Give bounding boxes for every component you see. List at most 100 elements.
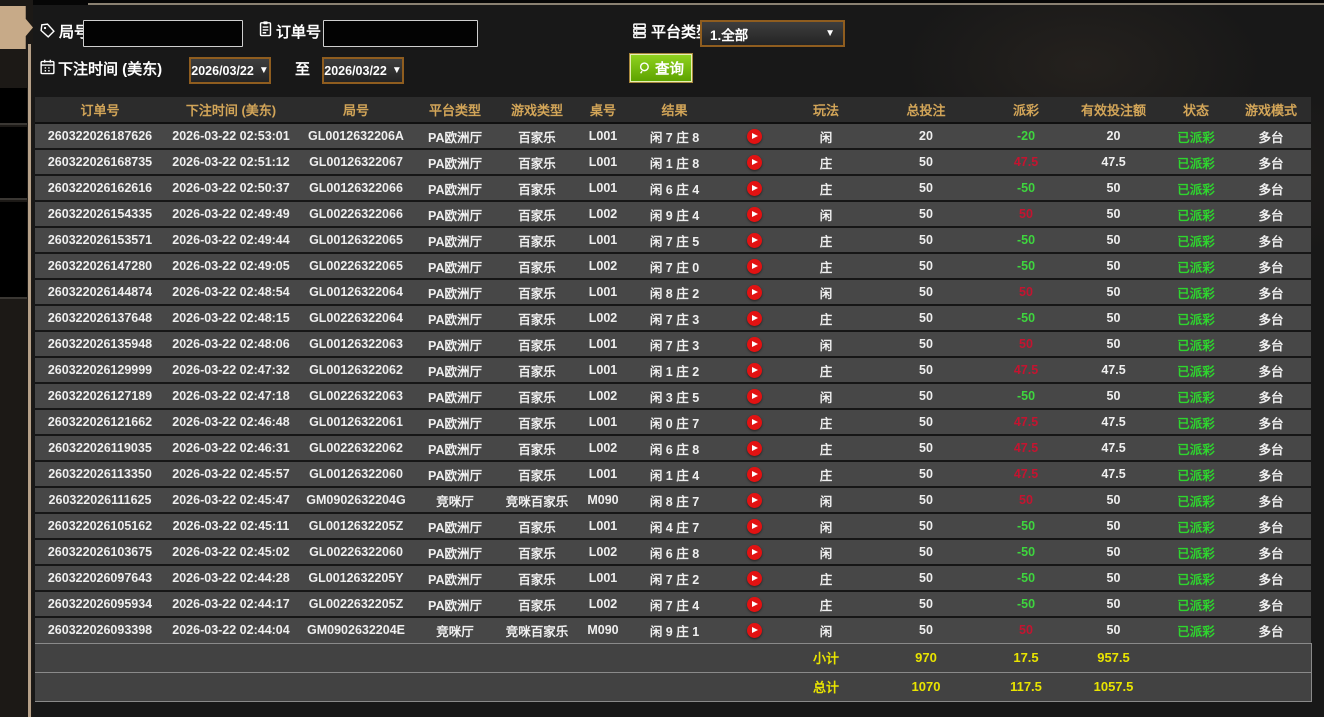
cell-valid-bet: 47.5 [1066,434,1161,461]
platform-type-value: 1.全部 [710,27,749,43]
cell-table-no: L002 [579,538,627,565]
replay-video-icon[interactable] [746,154,762,170]
cell-total-bet: 50 [866,616,986,643]
replay-video-icon[interactable] [746,232,762,248]
cell-payout: -50 [986,252,1066,279]
cell-payout: -50 [986,564,1066,591]
order-no-input[interactable] [323,20,478,47]
cell-table-no: L002 [579,304,627,331]
cell-game-type: 百家乐 [495,123,579,149]
chevron-down-icon: ▼ [391,65,402,76]
cell-bet-time: 2026-03-22 02:49:49 [165,200,297,227]
cell-replay[interactable] [722,538,786,565]
cell-table-no: L001 [579,330,627,357]
cell-play: 闲 [786,538,866,565]
cell-replay[interactable] [722,564,786,591]
cell-play: 庄 [786,148,866,175]
subtotal-spacer [1161,642,1312,672]
cell-replay[interactable] [722,356,786,383]
cell-order-no: 260322026127189 [35,382,165,409]
replay-video-icon[interactable] [746,440,762,456]
cell-replay[interactable] [722,616,786,643]
date-from-value: 2026/03/22 [191,63,254,78]
cell-order-no: 260322026095934 [35,590,165,617]
replay-video-icon[interactable] [746,258,762,274]
table-row: 260322026127189 2026-03-22 02:47:18 GL0022… [35,382,1311,409]
cell-bet-time: 2026-03-22 02:45:11 [165,512,297,539]
date-to-picker[interactable]: 2026/03/22 ▼ [322,57,404,84]
table-row: 260322026113350 2026-03-22 02:45:57 GL0012… [35,460,1311,487]
cell-valid-bet: 50 [1066,512,1161,539]
replay-video-icon[interactable] [746,362,762,378]
cell-replay[interactable] [722,304,786,331]
tag-icon [39,22,56,39]
cell-payout: -50 [986,538,1066,565]
cell-result: 闲 1 庄 2 [627,356,722,383]
replay-video-icon[interactable] [746,336,762,352]
cell-replay[interactable] [722,148,786,175]
replay-video-icon[interactable] [746,414,762,430]
replay-video-icon[interactable] [746,466,762,482]
cell-play: 庄 [786,174,866,201]
cell-game-type: 百家乐 [495,200,579,227]
cell-total-bet: 50 [866,304,986,331]
cell-replay[interactable] [722,252,786,279]
replay-video-icon[interactable] [746,128,762,144]
replay-video-icon[interactable] [746,518,762,534]
cell-platform: PA欧洲厅 [415,356,495,383]
column-header-12: 状态 [1161,97,1231,124]
cell-play: 闲 [786,616,866,643]
cell-valid-bet: 47.5 [1066,408,1161,435]
platform-type-dropdown[interactable]: 1.全部 ▼ [700,20,845,47]
replay-video-icon[interactable] [746,388,762,404]
cell-replay[interactable] [722,226,786,253]
cell-game-type: 百家乐 [495,564,579,591]
cell-status: 已派彩 [1161,564,1231,591]
cell-replay[interactable] [722,512,786,539]
cell-replay[interactable] [722,460,786,487]
search-icon [639,62,649,74]
cell-play: 闲 [786,330,866,357]
replay-video-icon[interactable] [746,544,762,560]
cell-replay[interactable] [722,408,786,435]
cell-order-no: 260322026168735 [35,148,165,175]
replay-video-icon[interactable] [746,206,762,222]
cell-bet-time: 2026-03-22 02:49:44 [165,226,297,253]
calendar-icon [39,58,56,75]
cell-replay[interactable] [722,434,786,461]
background-block [0,127,27,200]
replay-video-icon[interactable] [746,284,762,300]
replay-video-icon[interactable] [746,180,762,196]
cell-replay[interactable] [722,486,786,513]
cell-game-mode: 多台 [1231,356,1311,383]
cell-order-no: 260322026113350 [35,460,165,487]
table-row: 260322026093398 2026-03-22 02:44:04 GM0902… [35,616,1311,643]
replay-video-icon[interactable] [746,570,762,586]
cell-platform: PA欧洲厅 [415,330,495,357]
query-button[interactable]: 查询 [630,54,692,82]
cell-replay[interactable] [722,330,786,357]
query-button-label: 查询 [655,61,684,78]
cell-table-no: L001 [579,278,627,305]
table-row: 260322026095934 2026-03-22 02:44:17 GL0022… [35,590,1311,617]
round-no-input[interactable] [83,20,243,47]
cell-replay[interactable] [722,590,786,617]
replay-video-icon[interactable] [746,622,762,638]
column-header-6: 结果 [627,97,722,124]
replay-video-icon[interactable] [746,596,762,612]
table-row: 260322026144874 2026-03-22 02:48:54 GL0012… [35,278,1311,305]
cell-replay[interactable] [722,278,786,305]
cell-replay[interactable] [722,174,786,201]
cell-platform: PA欧洲厅 [415,174,495,201]
column-header-0: 订单号 [35,97,165,124]
cell-game-mode: 多台 [1231,200,1311,227]
cell-replay[interactable] [722,382,786,409]
cell-replay[interactable] [722,123,786,149]
cell-round-no: GL00126322062 [297,356,415,383]
date-from-picker[interactable]: 2026/03/22 ▼ [189,57,271,84]
replay-video-icon[interactable] [746,310,762,326]
cell-result: 闲 7 庄 4 [627,590,722,617]
cell-replay[interactable] [722,200,786,227]
replay-video-icon[interactable] [746,492,762,508]
cell-valid-bet: 20 [1066,123,1161,149]
